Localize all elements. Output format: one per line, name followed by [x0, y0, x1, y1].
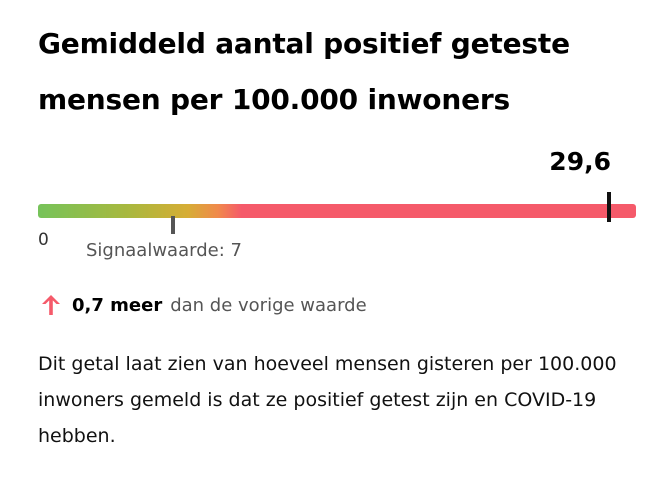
value-gauge: 29,6 0 Signaalwaarde: 7	[38, 140, 638, 270]
gauge-bar	[38, 204, 636, 218]
signal-value-label: Signaalwaarde: 7	[86, 240, 242, 261]
current-value-marker	[606, 192, 611, 222]
arrow-up-icon	[42, 295, 60, 315]
change-indicator: 0,7 meer dan de vorige waarde	[40, 290, 367, 320]
change-amount: 0,7 meer	[72, 294, 163, 316]
page-title: Gemiddeld aantal positief geteste mensen…	[38, 27, 570, 116]
signal-value-marker	[171, 216, 176, 234]
description-text: Dit getal laat zien van hoeveel mensen g…	[38, 353, 617, 447]
gauge-zero-label: 0	[38, 230, 49, 250]
current-value-label: 29,6	[549, 147, 611, 176]
change-description: dan de vorige waarde	[170, 294, 367, 316]
